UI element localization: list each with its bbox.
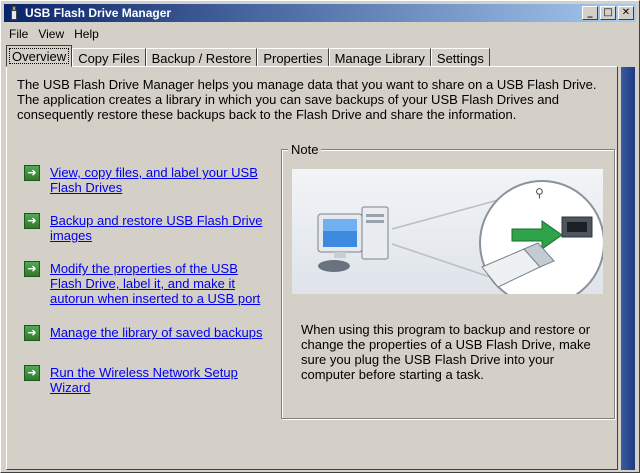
- link-manage-library[interactable]: Manage the library of saved backups: [50, 325, 275, 340]
- window-title: USB Flash Drive Manager: [25, 6, 172, 20]
- tab-backup-restore[interactable]: Backup / Restore: [145, 48, 258, 67]
- link-modify-properties[interactable]: Modify the properties of the USB Flash D…: [50, 261, 265, 306]
- maximize-button[interactable]: □: [600, 6, 616, 20]
- side-strip: [621, 67, 635, 470]
- menu-view[interactable]: View: [33, 27, 69, 41]
- computer-icon: [317, 206, 389, 272]
- note-legend: Note: [288, 142, 322, 157]
- intro-text: The USB Flash Drive Manager helps you ma…: [17, 77, 597, 122]
- app-window: USB Flash Drive Manager _ □ ✕ File View …: [0, 0, 640, 473]
- tab-settings[interactable]: Settings: [430, 48, 490, 67]
- link-row-library[interactable]: ➜ Manage the library of saved backups: [24, 325, 276, 341]
- tab-properties[interactable]: Properties: [257, 48, 329, 67]
- menu-file[interactable]: File: [4, 27, 33, 41]
- minimize-button[interactable]: _: [582, 6, 598, 20]
- close-button[interactable]: ✕: [618, 6, 634, 20]
- computer-usb-illustration: ⚲: [317, 180, 603, 294]
- note-illustration: ⚲: [292, 169, 603, 294]
- menu-help[interactable]: Help: [69, 27, 104, 41]
- usb-plug-icon: ⚲: [479, 180, 603, 294]
- green-arrow-icon: ➜: [24, 165, 40, 181]
- svg-text:⚲: ⚲: [535, 186, 544, 200]
- link-row-backup-restore[interactable]: ➜ Backup and restore USB Flash Drive ima…: [24, 213, 274, 243]
- tab-strip: Overview Copy Files Backup / Restore Pro…: [6, 45, 490, 67]
- green-arrow-icon: ➜: [24, 213, 40, 229]
- tab-overview[interactable]: Overview: [6, 45, 73, 67]
- green-arrow-icon: ➜: [24, 261, 40, 277]
- green-arrow-icon: ➜: [24, 365, 40, 381]
- link-row-wireless[interactable]: ➜ Run the Wireless Network Setup Wizard: [24, 365, 274, 395]
- link-row-properties[interactable]: ➜ Modify the properties of the USB Flash…: [24, 261, 274, 306]
- green-arrow-icon: ➜: [24, 325, 40, 341]
- usb-drive-icon: [9, 6, 19, 20]
- link-view-copy-label[interactable]: View, copy files, and label your USB Fla…: [50, 165, 270, 195]
- tab-copy-files[interactable]: Copy Files: [72, 48, 146, 67]
- link-row-copy-files[interactable]: ➜ View, copy files, and label your USB F…: [24, 165, 274, 195]
- tab-manage-library[interactable]: Manage Library: [328, 48, 431, 67]
- note-text: When using this program to backup and re…: [301, 322, 591, 382]
- link-backup-restore[interactable]: Backup and restore USB Flash Drive image…: [50, 213, 270, 243]
- menu-bar: File View Help: [4, 25, 104, 43]
- link-wireless-wizard[interactable]: Run the Wireless Network Setup Wizard: [50, 365, 250, 395]
- title-bar[interactable]: USB Flash Drive Manager _ □ ✕: [4, 4, 636, 22]
